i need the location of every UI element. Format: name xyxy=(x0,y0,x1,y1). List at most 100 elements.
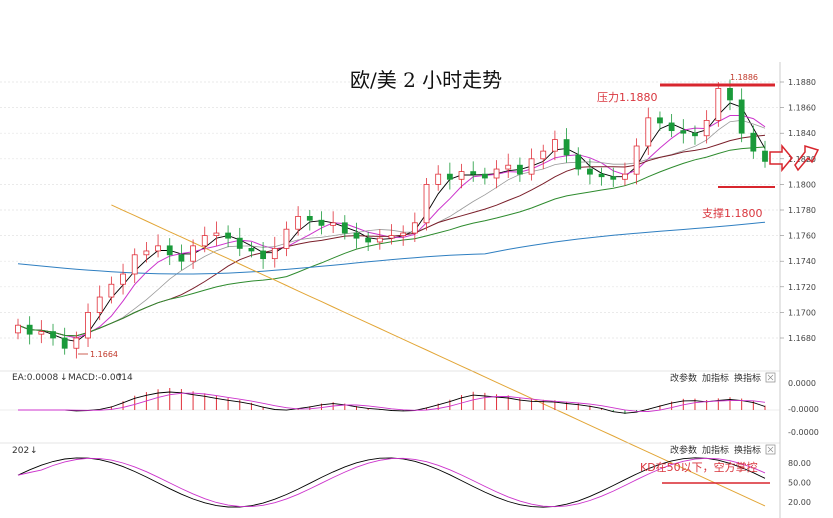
kd-header: 202 xyxy=(12,446,29,456)
macd-add-indicator-button[interactable]: 加指标 xyxy=(702,372,729,384)
price-tick-label: 1.1840 xyxy=(788,129,816,138)
kd-change-params-button[interactable]: 改参数 xyxy=(670,444,697,456)
price-axis: 1.18801.18601.18401.18201.18001.17801.17… xyxy=(779,62,816,518)
candle-body xyxy=(166,245,173,256)
candle-body xyxy=(201,235,208,247)
low-price-label: 1.1664 xyxy=(90,350,118,359)
candle-body xyxy=(260,250,267,260)
candle-body xyxy=(680,130,687,134)
candle-body xyxy=(388,235,395,239)
kd-note: KD在50以下，空方掌控 xyxy=(640,460,758,474)
candle-body xyxy=(528,158,535,175)
candle-body xyxy=(750,132,757,152)
kd-tick-label: 80.00 xyxy=(788,459,811,468)
kd-down-arrow-icon: ↓ xyxy=(30,446,38,456)
main-grid xyxy=(0,81,780,339)
candle-body xyxy=(598,173,605,178)
candle-body xyxy=(96,296,103,313)
chart-canvas: 1.18801.18601.18401.18201.18001.17801.17… xyxy=(0,62,820,518)
candle-body xyxy=(762,150,768,162)
candle-body xyxy=(61,337,68,349)
candle-body xyxy=(411,222,418,234)
candle-body xyxy=(155,245,161,252)
macd-down-arrow-icon: ↓ xyxy=(60,373,68,383)
price-tick-label: 1.1720 xyxy=(788,283,816,292)
candle-body xyxy=(38,331,45,335)
candle-body xyxy=(271,247,278,260)
candle-body xyxy=(108,283,115,298)
macd-swap-indicator-button[interactable]: 换指标 xyxy=(734,372,761,384)
candle-body xyxy=(178,254,185,262)
candle-body xyxy=(213,232,220,236)
kd-tick-label: 50.00 xyxy=(788,479,811,488)
candle-body xyxy=(505,164,512,170)
kd-tick-label: 20.00 xyxy=(788,498,811,507)
candle-body xyxy=(633,145,640,175)
candle-body xyxy=(703,120,710,137)
kd-axis: 80.00 50.00 20.00 xyxy=(788,459,811,507)
candle-body xyxy=(668,122,675,132)
macd-signal-line xyxy=(18,392,766,412)
candle-body xyxy=(330,222,337,226)
kd-swap-indicator-button[interactable]: 换指标 xyxy=(734,444,761,456)
candle-body xyxy=(131,254,138,275)
macd-change-params-button[interactable]: 改参数 xyxy=(670,372,697,384)
candle-body xyxy=(295,215,302,230)
candle-body xyxy=(341,222,348,234)
candle-body xyxy=(318,219,325,226)
candlesticks xyxy=(15,79,768,359)
high-price-label: 1.1886 xyxy=(730,73,758,82)
price-tick-label: 1.1760 xyxy=(788,232,816,241)
candle-body xyxy=(552,139,558,152)
macd-histogram xyxy=(0,388,780,414)
support-label: 支撑1.1800 xyxy=(702,206,763,220)
candle-body xyxy=(587,168,593,175)
candle-body xyxy=(458,171,465,180)
candle-body xyxy=(353,232,360,239)
candle-body xyxy=(190,245,196,262)
macd-tick-label: -0.0000 xyxy=(788,428,819,437)
candle-body xyxy=(575,154,582,170)
kd-add-indicator-button[interactable]: 加指标 xyxy=(702,444,729,456)
price-tick-label: 1.1740 xyxy=(788,257,816,266)
candle-body xyxy=(306,215,313,221)
ma-fast-line xyxy=(17,102,766,342)
candle-body xyxy=(143,250,150,256)
macd-tick-label: 0.0000 xyxy=(788,379,816,388)
candle-body xyxy=(692,132,698,137)
candle-body xyxy=(376,237,383,243)
candle-body xyxy=(481,173,488,179)
candle-body xyxy=(400,232,407,236)
macd-tick-label: -0.0000 xyxy=(788,405,819,414)
candle-body xyxy=(738,99,745,134)
candle-body xyxy=(727,88,733,101)
candle-body xyxy=(248,247,255,252)
macd-ea-value: EA:0.0008 xyxy=(12,373,58,383)
moving-averages xyxy=(17,102,766,507)
candle-body xyxy=(50,331,56,339)
candle-body xyxy=(435,173,442,185)
macd-up-arrow-icon: ↑ xyxy=(116,373,124,383)
candle-body xyxy=(516,164,523,175)
candle-body xyxy=(236,237,243,249)
candle-body xyxy=(563,139,570,156)
candle-body xyxy=(645,117,652,147)
macd-axis: 0.0000 -0.0000 -0.0000 xyxy=(788,379,819,437)
candle-body xyxy=(120,273,126,285)
price-tick-label: 1.1780 xyxy=(788,206,816,215)
candle-body xyxy=(15,324,21,334)
price-tick-label: 1.1680 xyxy=(788,334,816,343)
price-tick-label: 1.1860 xyxy=(788,104,816,113)
candle-body xyxy=(225,232,231,239)
resistance-label: 压力1.1880 xyxy=(597,91,658,104)
price-tick-label: 1.1880 xyxy=(788,78,816,87)
price-tick-label: 1.1800 xyxy=(788,180,816,189)
candle-body xyxy=(423,183,430,224)
candle-body xyxy=(85,311,91,339)
candle-body xyxy=(365,237,372,243)
candle-body xyxy=(283,228,290,249)
price-tick-label: 1.1700 xyxy=(788,308,816,317)
candle-body xyxy=(493,168,500,179)
candle-body xyxy=(446,173,453,180)
candle-body xyxy=(470,171,477,175)
